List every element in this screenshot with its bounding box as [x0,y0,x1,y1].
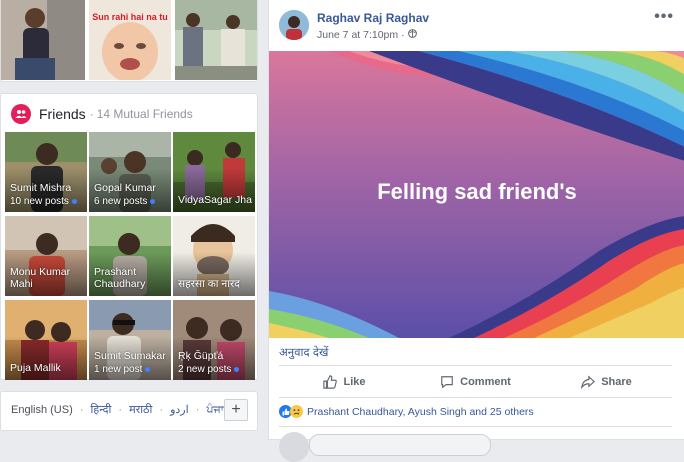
separator-dot: · [89,107,94,121]
photo-thumbnail-meme[interactable]: Sun rahi hai na tu [89,0,171,80]
comment-input[interactable] [309,434,491,456]
friend-name[interactable]: सहरसा का नारद [178,278,240,290]
language-list: English (US) · हिन्दी · मराठी · اردو · ਪ… [11,404,235,416]
friends-icon [11,104,31,124]
like-label: Like [343,376,366,388]
divider [279,365,672,366]
photo-thumbnail-1[interactable] [1,0,85,80]
post-text: Felling sad friend's [377,179,577,204]
friend-new-posts: 1 new post [94,364,150,375]
globe-icon[interactable] [407,29,417,41]
friend-name[interactable]: Monu Kumar Mahi [10,266,80,290]
friend-name[interactable]: Gopal Kumar [94,182,156,194]
language-hindi[interactable]: हिन्दी [91,404,112,416]
photos-strip: Sun rahi hai na tu [0,0,258,82]
friend-name[interactable]: Ŗķ Ğüpťá [178,350,223,362]
friend-name[interactable]: Sumit Mishra [10,182,71,194]
commenter-avatar [279,432,309,462]
friend-tile[interactable]: Puja Mallik [5,300,87,380]
friend-tile[interactable]: Monu Kumar Mahi [5,216,87,296]
friends-card: Friends · 14 Mutual Friends Sumit Mishra… [0,93,258,380]
like-icon [323,375,338,389]
current-language: English (US) [11,404,73,416]
more-options-icon[interactable]: ••• [654,8,674,26]
friend-tile[interactable]: Ŗķ Ğüpťá 2 new posts [173,300,255,380]
post-background-banner: Felling sad friend's [269,51,684,338]
friend-tile[interactable]: Sumit Mishra 10 new posts [5,132,87,212]
comment-label: Comment [460,376,511,388]
comment-icon [441,376,453,389]
friend-new-posts: 2 new posts [178,364,239,375]
add-language-button[interactable]: + [224,399,248,421]
share-button[interactable]: Share [541,371,672,393]
divider [279,426,672,427]
post-meta: June 7 at 7:10pm · [317,29,417,41]
divider [279,397,672,398]
friend-tile[interactable]: सहरसा का नारद [173,216,255,296]
friend-tile[interactable]: Prashant Chaudhary [89,216,171,296]
friend-name[interactable]: VidyaSagar Jha [178,194,252,206]
mutual-friends-count[interactable]: 14 Mutual Friends [97,107,193,121]
language-urdu[interactable]: اردو [170,404,189,416]
friend-new-posts: 10 new posts [10,196,77,207]
like-button[interactable]: Like [279,371,410,393]
author-avatar[interactable] [279,10,309,40]
share-label: Share [601,376,632,388]
friends-title[interactable]: Friends [39,106,86,122]
friend-tile[interactable]: Gopal Kumar 6 new posts [89,132,171,212]
friend-name[interactable]: Puja Mallik [10,362,61,374]
friend-tile[interactable]: Sumit Sumakar 1 new post [89,300,171,380]
post-actions: Like Comment Share [279,371,672,393]
post-timestamp[interactable]: June 7 at 7:10pm [317,29,398,41]
post-card: Raghav Raj Raghav June 7 at 7:10pm · ••• [268,0,684,462]
friend-new-posts: 6 new posts [94,196,155,207]
language-marathi[interactable]: मराठी [129,404,152,416]
reaction-summary[interactable]: Prashant Chaudhary, Ayush Singh and 25 o… [279,405,534,418]
meme-caption: Sun rahi hai na tu [92,12,168,22]
friends-header: Friends · 14 Mutual Friends [11,104,193,124]
friend-name[interactable]: Prashant Chaudhary [94,266,164,290]
photo-thumbnail-3[interactable] [175,0,257,80]
post-author[interactable]: Raghav Raj Raghav [317,11,429,25]
see-translation-link[interactable]: अनुवाद देखें [279,345,328,360]
comment-button[interactable]: Comment [410,371,541,393]
friend-name[interactable]: Sumit Sumakar [94,350,166,362]
share-icon [581,375,596,389]
language-selector: English (US) · हिन्दी · मराठी · اردو · ਪ… [0,391,258,431]
friend-tile[interactable]: VidyaSagar Jha [173,132,255,212]
sad-reaction-icon [290,405,303,418]
reaction-names[interactable]: Prashant Chaudhary, Ayush Singh and 25 o… [307,406,534,418]
